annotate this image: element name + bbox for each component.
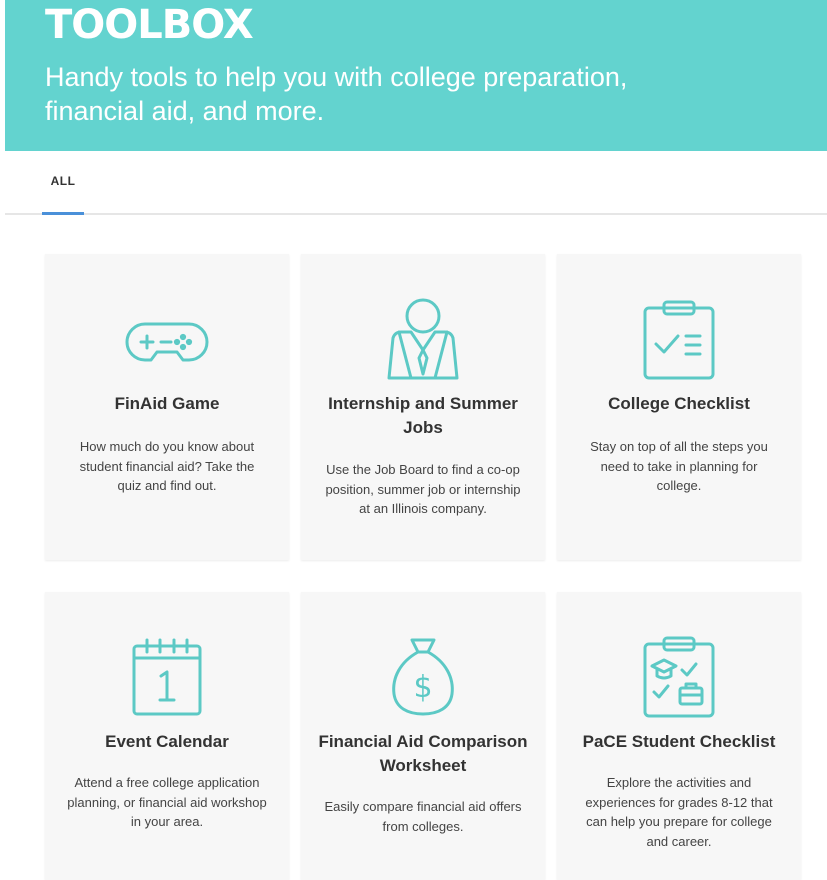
card-finaid-game[interactable]: FinAid Game How much do you know about s… [45,254,289,560]
active-tab-indicator [42,212,84,215]
card-title: FinAid Game [114,394,220,413]
clipboard-checklist-icon [642,300,716,385]
card-description: How much do you know about student finan… [79,439,255,493]
clipboard-grad-cap-icon [642,636,716,723]
page-title: TOOLBOX [45,2,254,48]
money-bag-icon: $ [388,636,458,721]
card-internship-jobs[interactable]: Internship and Summer Jobs Use the Job B… [301,254,545,560]
card-title: Financial Aid Comparison Worksheet [318,732,528,775]
card-title: Internship and Summer Jobs [328,394,518,437]
card-title: College Checklist [608,394,750,413]
tab-all[interactable]: ALL [42,151,84,211]
card-description: Use the Job Board to find a co-op positi… [325,462,521,516]
card-description: Easily compare financial aid offers from… [324,799,522,834]
card-event-calendar[interactable]: Event Calendar Attend a free college app… [45,592,289,880]
gamepad-icon [125,316,209,367]
card-description: Stay on top of all the steps you need to… [590,439,768,493]
card-pace-student-checklist[interactable]: PaCE Student Checklist Explore the activ… [557,592,801,880]
tab-bar: ALL [5,151,827,215]
job-person-icon [385,298,461,387]
card-college-checklist[interactable]: College Checklist Stay on top of all the… [557,254,801,560]
card-description: Attend a free college application planni… [67,775,267,829]
card-description: Explore the activities and experiences f… [585,775,773,849]
card-title: Event Calendar [105,732,229,751]
svg-text:$: $ [413,670,432,705]
card-title: PaCE Student Checklist [582,732,776,751]
page-subtitle: Handy tools to help you with college pre… [45,62,628,126]
calendar-icon [131,636,203,721]
card-financial-aid-worksheet[interactable]: $ Financial Aid Comparison Worksheet Eas… [301,592,545,880]
hero-banner: TOOLBOX Handy tools to help you with col… [5,0,827,151]
